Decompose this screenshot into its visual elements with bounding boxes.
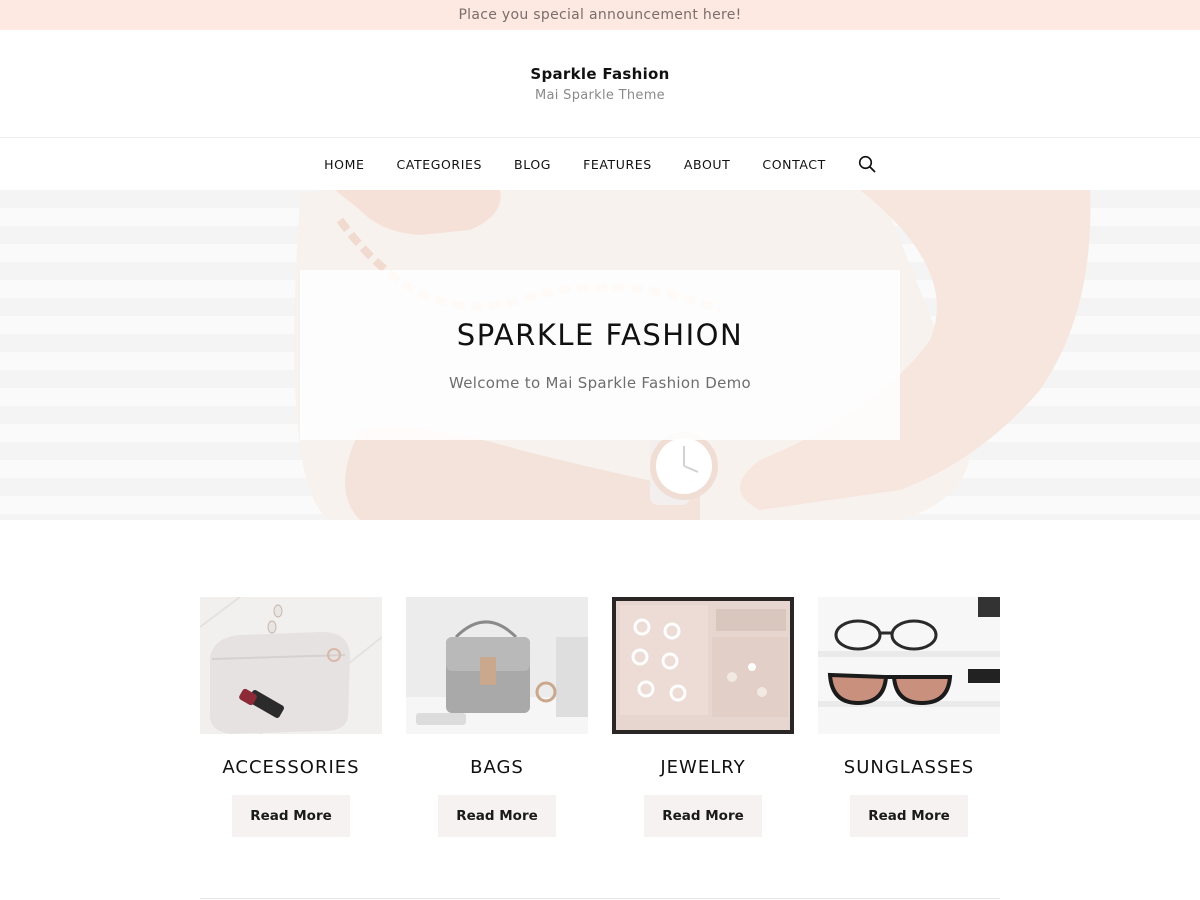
search-icon (858, 155, 876, 173)
category-card-accessories: ACCESSORIES Read More (200, 597, 382, 837)
category-title[interactable]: JEWELRY (660, 757, 745, 778)
announcement-bar: Place you special announcement here! (0, 0, 1200, 30)
bags-image[interactable] (406, 597, 588, 734)
category-card-jewelry: JEWELRY Read More (612, 597, 794, 837)
hero-caption-box: SPARKLE FASHION Welcome to Mai Sparkle F… (300, 270, 900, 440)
nav-item-categories[interactable]: CATEGORIES (380, 157, 498, 172)
main-nav: HOME CATEGORIES BLOG FEATURES ABOUT CONT… (0, 138, 1200, 190)
site-header: Sparkle Fashion Mai Sparkle Theme (0, 30, 1200, 138)
accessories-image[interactable] (200, 597, 382, 734)
read-more-button[interactable]: Read More (438, 795, 556, 837)
read-more-button[interactable]: Read More (644, 795, 762, 837)
nav-item-contact[interactable]: CONTACT (746, 157, 841, 172)
category-title[interactable]: BAGS (470, 757, 524, 778)
announcement-text: Place you special announcement here! (458, 7, 742, 23)
jewelry-image[interactable] (612, 597, 794, 734)
hero-title: SPARKLE FASHION (456, 318, 744, 352)
nav-item-home[interactable]: HOME (308, 157, 380, 172)
section-divider (200, 898, 1000, 899)
category-title[interactable]: SUNGLASSES (844, 757, 974, 778)
sunglasses-image[interactable] (818, 597, 1000, 734)
nav-item-blog[interactable]: BLOG (498, 157, 567, 172)
search-button[interactable] (842, 155, 892, 173)
category-grid: ACCESSORIES Read More BAGS Read More JEW… (200, 597, 1000, 837)
read-more-button[interactable]: Read More (232, 795, 350, 837)
nav-item-features[interactable]: FEATURES (567, 157, 668, 172)
hero-subtitle: Welcome to Mai Sparkle Fashion Demo (449, 374, 751, 392)
site-tagline: Mai Sparkle Theme (535, 87, 665, 103)
nav-item-about[interactable]: ABOUT (668, 157, 747, 172)
hero-banner: SPARKLE FASHION Welcome to Mai Sparkle F… (0, 190, 1200, 520)
site-title[interactable]: Sparkle Fashion (530, 65, 669, 83)
read-more-button[interactable]: Read More (850, 795, 968, 837)
category-card-bags: BAGS Read More (406, 597, 588, 837)
category-card-sunglasses: SUNGLASSES Read More (818, 597, 1000, 837)
category-title[interactable]: ACCESSORIES (222, 757, 359, 778)
